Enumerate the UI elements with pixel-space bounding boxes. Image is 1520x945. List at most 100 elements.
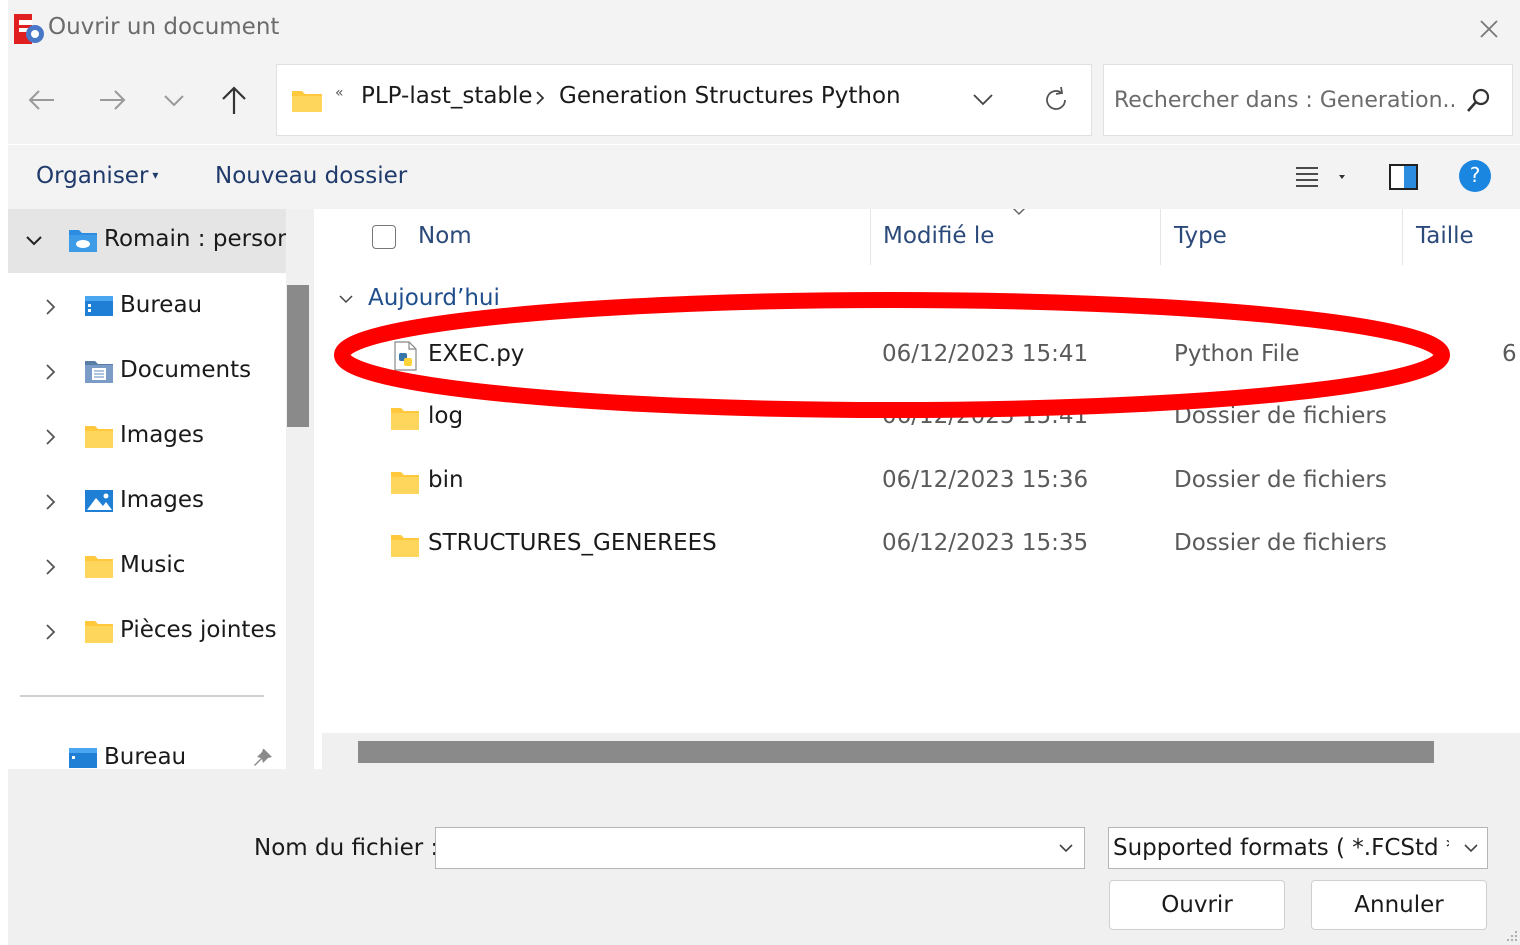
group-label: Aujourd’hui xyxy=(368,285,500,311)
sidebar-item-pictures[interactable]: Images xyxy=(8,470,286,534)
caret-down-icon: ▾ xyxy=(152,168,159,182)
column-header-type[interactable]: Type xyxy=(1174,223,1227,249)
sidebar-item-music[interactable]: Music xyxy=(8,535,286,599)
sidebar-item-attachments[interactable]: Pièces jointes xyxy=(8,600,286,664)
breadcrumb-overflow[interactable]: « xyxy=(335,85,344,101)
search-icon[interactable] xyxy=(1464,87,1492,115)
chevron-right-icon[interactable] xyxy=(40,557,60,577)
file-type: Dossier de fichiers xyxy=(1174,530,1387,556)
file-name: log xyxy=(428,403,464,429)
forward-arrow-icon[interactable] xyxy=(94,82,130,118)
file-type-select[interactable]: Supported formats ( *.FCStd *.3ds xyxy=(1108,827,1488,869)
file-name: bin xyxy=(428,467,464,493)
file-size: 6 xyxy=(1502,341,1517,367)
folder-icon xyxy=(391,472,419,494)
pictures-folder-icon xyxy=(85,490,113,512)
onedrive-folder-icon xyxy=(69,230,97,252)
dialog-footer: Nom du fichier : Supported formats ( *.F… xyxy=(8,769,1520,945)
address-bar[interactable]: « PLP-last_stable Generation Structures … xyxy=(276,64,1092,136)
up-arrow-icon[interactable] xyxy=(216,82,252,118)
group-header-today[interactable]: Aujourd’hui xyxy=(338,285,500,311)
file-modified: 06/12/2023 15:41 xyxy=(882,341,1089,367)
navigation-bar: « PLP-last_stable Generation Structures … xyxy=(8,56,1520,144)
help-label: ? xyxy=(1469,163,1481,187)
horizontal-scrollbar-thumb[interactable] xyxy=(358,741,1434,763)
sidebar-item-images[interactable]: Images xyxy=(8,405,286,469)
sidebar-item-onedrive[interactable]: Romain : person xyxy=(8,209,292,273)
preview-pane-icon[interactable] xyxy=(1388,161,1420,193)
column-divider[interactable] xyxy=(870,209,871,265)
chevron-right-icon[interactable] xyxy=(40,297,60,317)
organize-button[interactable]: Organiser ▾ xyxy=(36,163,158,189)
sidebar-item-bureau[interactable]: Bureau xyxy=(8,275,286,339)
view-options-icon[interactable] xyxy=(1294,161,1350,193)
file-modified: 06/12/2023 15:36 xyxy=(882,467,1089,493)
file-type: Python File xyxy=(1174,341,1300,367)
file-list: Nom Modifié le Type Taille Aujourd’hui E… xyxy=(322,209,1520,769)
chevron-right-icon[interactable] xyxy=(40,622,60,642)
sidebar-scrollbar-thumb[interactable] xyxy=(287,285,309,427)
column-header-name[interactable]: Nom xyxy=(418,223,472,249)
new-folder-button[interactable]: Nouveau dossier xyxy=(215,163,407,189)
file-modified: 06/12/2023 15:41 xyxy=(882,403,1089,429)
chevron-right-icon[interactable] xyxy=(533,89,547,107)
chevron-down-icon[interactable] xyxy=(971,89,995,109)
title-bar: Ouvrir un document xyxy=(8,0,1520,56)
sidebar-item-label: Documents xyxy=(120,357,252,383)
column-divider[interactable] xyxy=(1402,209,1403,265)
search-input[interactable] xyxy=(1114,83,1454,117)
refresh-icon[interactable] xyxy=(1041,85,1071,115)
open-button[interactable]: Ouvrir xyxy=(1109,880,1285,930)
sidebar-item-label: Bureau xyxy=(104,744,187,769)
filename-combobox[interactable] xyxy=(435,827,1085,869)
desktop-folder-icon xyxy=(69,748,97,768)
chevron-right-icon[interactable] xyxy=(40,427,60,447)
sidebar-item-label: Music xyxy=(120,552,186,578)
quick-access-item-bureau[interactable]: Bureau xyxy=(8,727,286,769)
file-row[interactable]: bin 06/12/2023 15:36 Dossier de fichiers xyxy=(322,453,1520,515)
search-box[interactable] xyxy=(1103,64,1513,136)
chevron-down-icon[interactable] xyxy=(1058,842,1074,854)
file-row[interactable]: EXEC.py 06/12/2023 15:41 Python File 6 xyxy=(322,327,1520,389)
column-header-modified[interactable]: Modifié le xyxy=(883,223,994,249)
filename-input[interactable] xyxy=(442,834,1042,862)
file-type: Dossier de fichiers xyxy=(1174,403,1387,429)
back-arrow-icon[interactable] xyxy=(24,82,60,118)
file-modified: 06/12/2023 15:35 xyxy=(882,530,1089,556)
breadcrumb-item[interactable]: PLP-last_stable xyxy=(361,83,533,109)
select-all-checkbox[interactable] xyxy=(372,225,396,249)
column-divider[interactable] xyxy=(1160,209,1161,265)
column-header-size[interactable]: Taille xyxy=(1416,223,1474,249)
sidebar-item-label: Bureau xyxy=(120,292,203,318)
folder-icon xyxy=(391,408,419,430)
window-title: Ouvrir un document xyxy=(48,14,280,40)
breadcrumb-item[interactable]: Generation Structures Python xyxy=(559,83,901,109)
folder-icon xyxy=(85,621,113,643)
chevron-down-icon[interactable] xyxy=(156,82,192,118)
file-name: EXEC.py xyxy=(428,341,525,367)
chevron-down-icon[interactable] xyxy=(1463,842,1479,854)
freecad-app-icon xyxy=(14,14,44,44)
chevron-down-icon[interactable] xyxy=(24,231,44,251)
chevron-down-icon[interactable] xyxy=(338,293,354,305)
pin-icon[interactable] xyxy=(252,747,274,769)
chevron-right-icon[interactable] xyxy=(40,362,60,382)
open-document-dialog: Ouvrir un document « PLP-last_stable Gen… xyxy=(8,0,1520,945)
organize-label: Organiser xyxy=(36,163,149,189)
folder-icon xyxy=(85,426,113,448)
cancel-button[interactable]: Annuler xyxy=(1311,880,1487,930)
sidebar-item-label: Images xyxy=(120,422,205,448)
sidebar-item-label: Images xyxy=(120,487,205,513)
folder-icon xyxy=(292,91,322,112)
sidebar-item-label: Romain : person xyxy=(104,226,292,252)
sidebar-item-documents[interactable]: Documents xyxy=(8,340,286,404)
sort-descending-icon xyxy=(1012,209,1026,216)
file-row[interactable]: log 06/12/2023 15:41 Dossier de fichiers xyxy=(322,389,1520,451)
python-file-icon xyxy=(394,341,417,371)
folder-icon xyxy=(391,535,419,557)
file-row[interactable]: STRUCTURES_GENEREES 06/12/2023 15:35 Dos… xyxy=(322,516,1520,578)
chevron-right-icon[interactable] xyxy=(40,492,60,512)
close-icon[interactable] xyxy=(1474,14,1504,44)
file-type-value: Supported formats ( *.FCStd *.3ds xyxy=(1113,835,1449,861)
resize-grip-icon[interactable] xyxy=(1506,930,1518,942)
